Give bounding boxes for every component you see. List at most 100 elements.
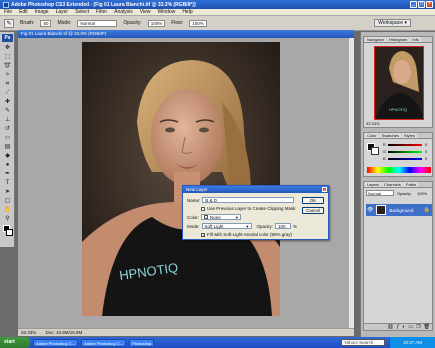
brush-tool-icon[interactable]: ✎	[2, 107, 13, 115]
fill-neutral-checkbox[interactable]: ✓	[201, 232, 205, 237]
pen-tool-icon[interactable]: ✒	[2, 170, 13, 178]
menu-edit[interactable]: Edit	[19, 9, 28, 15]
channel-g-label: G	[383, 149, 387, 154]
ok-button[interactable]: OK	[302, 197, 324, 204]
background-color-swatch[interactable]	[371, 147, 379, 155]
tab-swatches[interactable]: Swatches	[379, 133, 401, 138]
path-selection-tool-icon[interactable]: ➤	[2, 188, 13, 196]
slice-tool-icon[interactable]: ⟋	[2, 89, 13, 97]
type-tool-icon[interactable]: T	[2, 179, 13, 187]
menu-window[interactable]: Window	[158, 9, 176, 15]
channel-g-value[interactable]: 0	[425, 149, 427, 154]
color-swatches[interactable]	[2, 224, 13, 238]
dialog-close-button[interactable]: ×	[322, 187, 327, 192]
tab-layers[interactable]: Layers	[365, 182, 382, 187]
eye-icon[interactable]: 👁	[367, 207, 373, 213]
new-layer-icon[interactable]: ❐	[416, 324, 420, 330]
zoom-tool-icon[interactable]: ⚲	[2, 215, 13, 223]
menu-image[interactable]: Image	[35, 9, 49, 15]
channel-b-value[interactable]: 0	[425, 156, 427, 161]
tab-color[interactable]: Color	[365, 133, 379, 138]
brush-tool-icon[interactable]: ✎	[4, 18, 14, 28]
cancel-button[interactable]: Cancel	[302, 207, 324, 214]
dodge-tool-icon[interactable]: ●	[2, 161, 13, 169]
document-vertical-scrollbar[interactable]	[348, 38, 354, 328]
color-swatch-icon	[204, 215, 209, 219]
minimize-button[interactable]: _	[410, 1, 417, 8]
document-size: Doc: 10.9M/10.9M	[45, 330, 83, 335]
history-brush-tool-icon[interactable]: ↺	[2, 125, 13, 133]
taskbar-item-2[interactable]: Adobe Photoshop C...	[81, 338, 127, 347]
navigator-thumbnail[interactable]: HPNOTIQ	[374, 46, 424, 120]
layer-name-input[interactable]: B & D	[202, 197, 295, 203]
mode-select[interactable]: Normal	[77, 19, 118, 27]
tab-styles[interactable]: Styles	[401, 133, 417, 138]
blend-mode-select[interactable]: Soft Light ▾	[201, 223, 252, 229]
toolbox: Ps ✥ ⬚ ➰ ✧ ⌗ ⟋ ✚ ✎ ⊥ ↺ ▭ ▤ ◆ ● ✒ T ➤ ▢ ✋…	[0, 32, 15, 247]
crop-tool-icon[interactable]: ⌗	[2, 80, 13, 88]
close-button[interactable]: ×	[426, 1, 433, 8]
layer-opacity-label: Opacity:	[397, 191, 412, 196]
clone-stamp-tool-icon[interactable]: ⊥	[2, 116, 13, 124]
brush-size-picker[interactable]: 50	[40, 19, 52, 27]
fill-neutral-label: Fill with Soft-Light-neutral color (50% …	[207, 232, 293, 237]
name-label: Name:	[187, 197, 201, 203]
menu-layer[interactable]: Layer	[56, 9, 69, 15]
hand-tool-icon[interactable]: ✋	[2, 206, 13, 214]
tab-navigator[interactable]: Navigator	[365, 37, 387, 42]
eraser-tool-icon[interactable]: ▭	[2, 134, 13, 142]
opacity-input[interactable]: 100	[275, 223, 292, 229]
healing-brush-tool-icon[interactable]: ✚	[2, 98, 13, 106]
color-ramp[interactable]	[367, 167, 431, 173]
tab-paths[interactable]: Paths	[403, 182, 419, 187]
portrait-photo: HPNOTIQ	[82, 42, 280, 316]
layer-mask-icon[interactable]: ◐	[402, 324, 405, 330]
menu-view[interactable]: View	[140, 9, 151, 15]
menu-select[interactable]: Select	[75, 9, 89, 15]
clipping-mask-checkbox[interactable]	[201, 206, 205, 211]
link-layers-icon[interactable]: ⛓	[387, 324, 393, 330]
app-icon	[3, 1, 9, 8]
magic-wand-tool-icon[interactable]: ✧	[2, 71, 13, 79]
yahoo-search-box[interactable]: Yahoo! Search	[341, 339, 385, 346]
taskbar-item-3[interactable]: Photoshop	[129, 338, 155, 347]
photoshop-logo: Ps	[2, 34, 13, 42]
navigator-zoom[interactable]: 33.33%	[366, 121, 380, 126]
opacity-field[interactable]: 100%	[147, 19, 166, 27]
marquee-tool-icon[interactable]: ⬚	[2, 53, 13, 61]
shape-tool-icon[interactable]: ▢	[2, 197, 13, 205]
image-canvas[interactable]: HPNOTIQ	[82, 42, 280, 316]
layer-style-icon[interactable]: ƒ	[397, 324, 400, 330]
flow-field[interactable]: 100%	[189, 19, 207, 27]
delete-layer-icon[interactable]: 🗑	[424, 324, 430, 330]
layer-row-background[interactable]: 👁 Background 🔒	[366, 204, 432, 216]
menu-filter[interactable]: Filter	[96, 9, 107, 15]
lasso-tool-icon[interactable]: ➰	[2, 62, 13, 70]
menu-analysis[interactable]: Analysis	[114, 9, 133, 15]
menu-help[interactable]: Help	[182, 9, 192, 15]
channel-r-value[interactable]: 0	[425, 142, 427, 147]
document-zoom[interactable]: 33.33%	[21, 330, 36, 335]
layer-blend-mode-select[interactable]: Normal	[366, 190, 394, 196]
new-group-icon[interactable]: ▭	[408, 324, 413, 330]
dialog-title: New Layer	[186, 187, 208, 192]
blur-tool-icon[interactable]: ◆	[2, 152, 13, 160]
document-window: Fig 01 Laura Bianchi.tif @ 33.3% (RGB/8*…	[18, 30, 354, 336]
chevron-down-icon: ▾	[235, 214, 239, 220]
green-slider[interactable]	[388, 151, 422, 153]
red-slider[interactable]	[388, 144, 422, 146]
move-tool-icon[interactable]: ✥	[2, 44, 13, 52]
tab-info[interactable]: Info	[410, 37, 422, 42]
layer-opacity-value[interactable]: 100%	[417, 191, 427, 196]
menu-file[interactable]: File	[4, 9, 12, 15]
window-title: Adobe Photoshop CS3 Extended - [Fig 01 L…	[11, 1, 196, 8]
workspace-button[interactable]: Workspace ▾	[374, 19, 411, 27]
start-button[interactable]: start	[0, 337, 30, 348]
tab-channels[interactable]: Channels	[382, 182, 403, 187]
color-select[interactable]: None ▾	[201, 214, 242, 220]
gradient-tool-icon[interactable]: ▤	[2, 143, 13, 151]
tab-histogram[interactable]: Histogram	[387, 37, 410, 42]
maximize-button[interactable]: □	[418, 1, 425, 8]
taskbar-item-1[interactable]: Adobe Photoshop C...	[33, 338, 79, 347]
blue-slider[interactable]	[388, 158, 422, 160]
